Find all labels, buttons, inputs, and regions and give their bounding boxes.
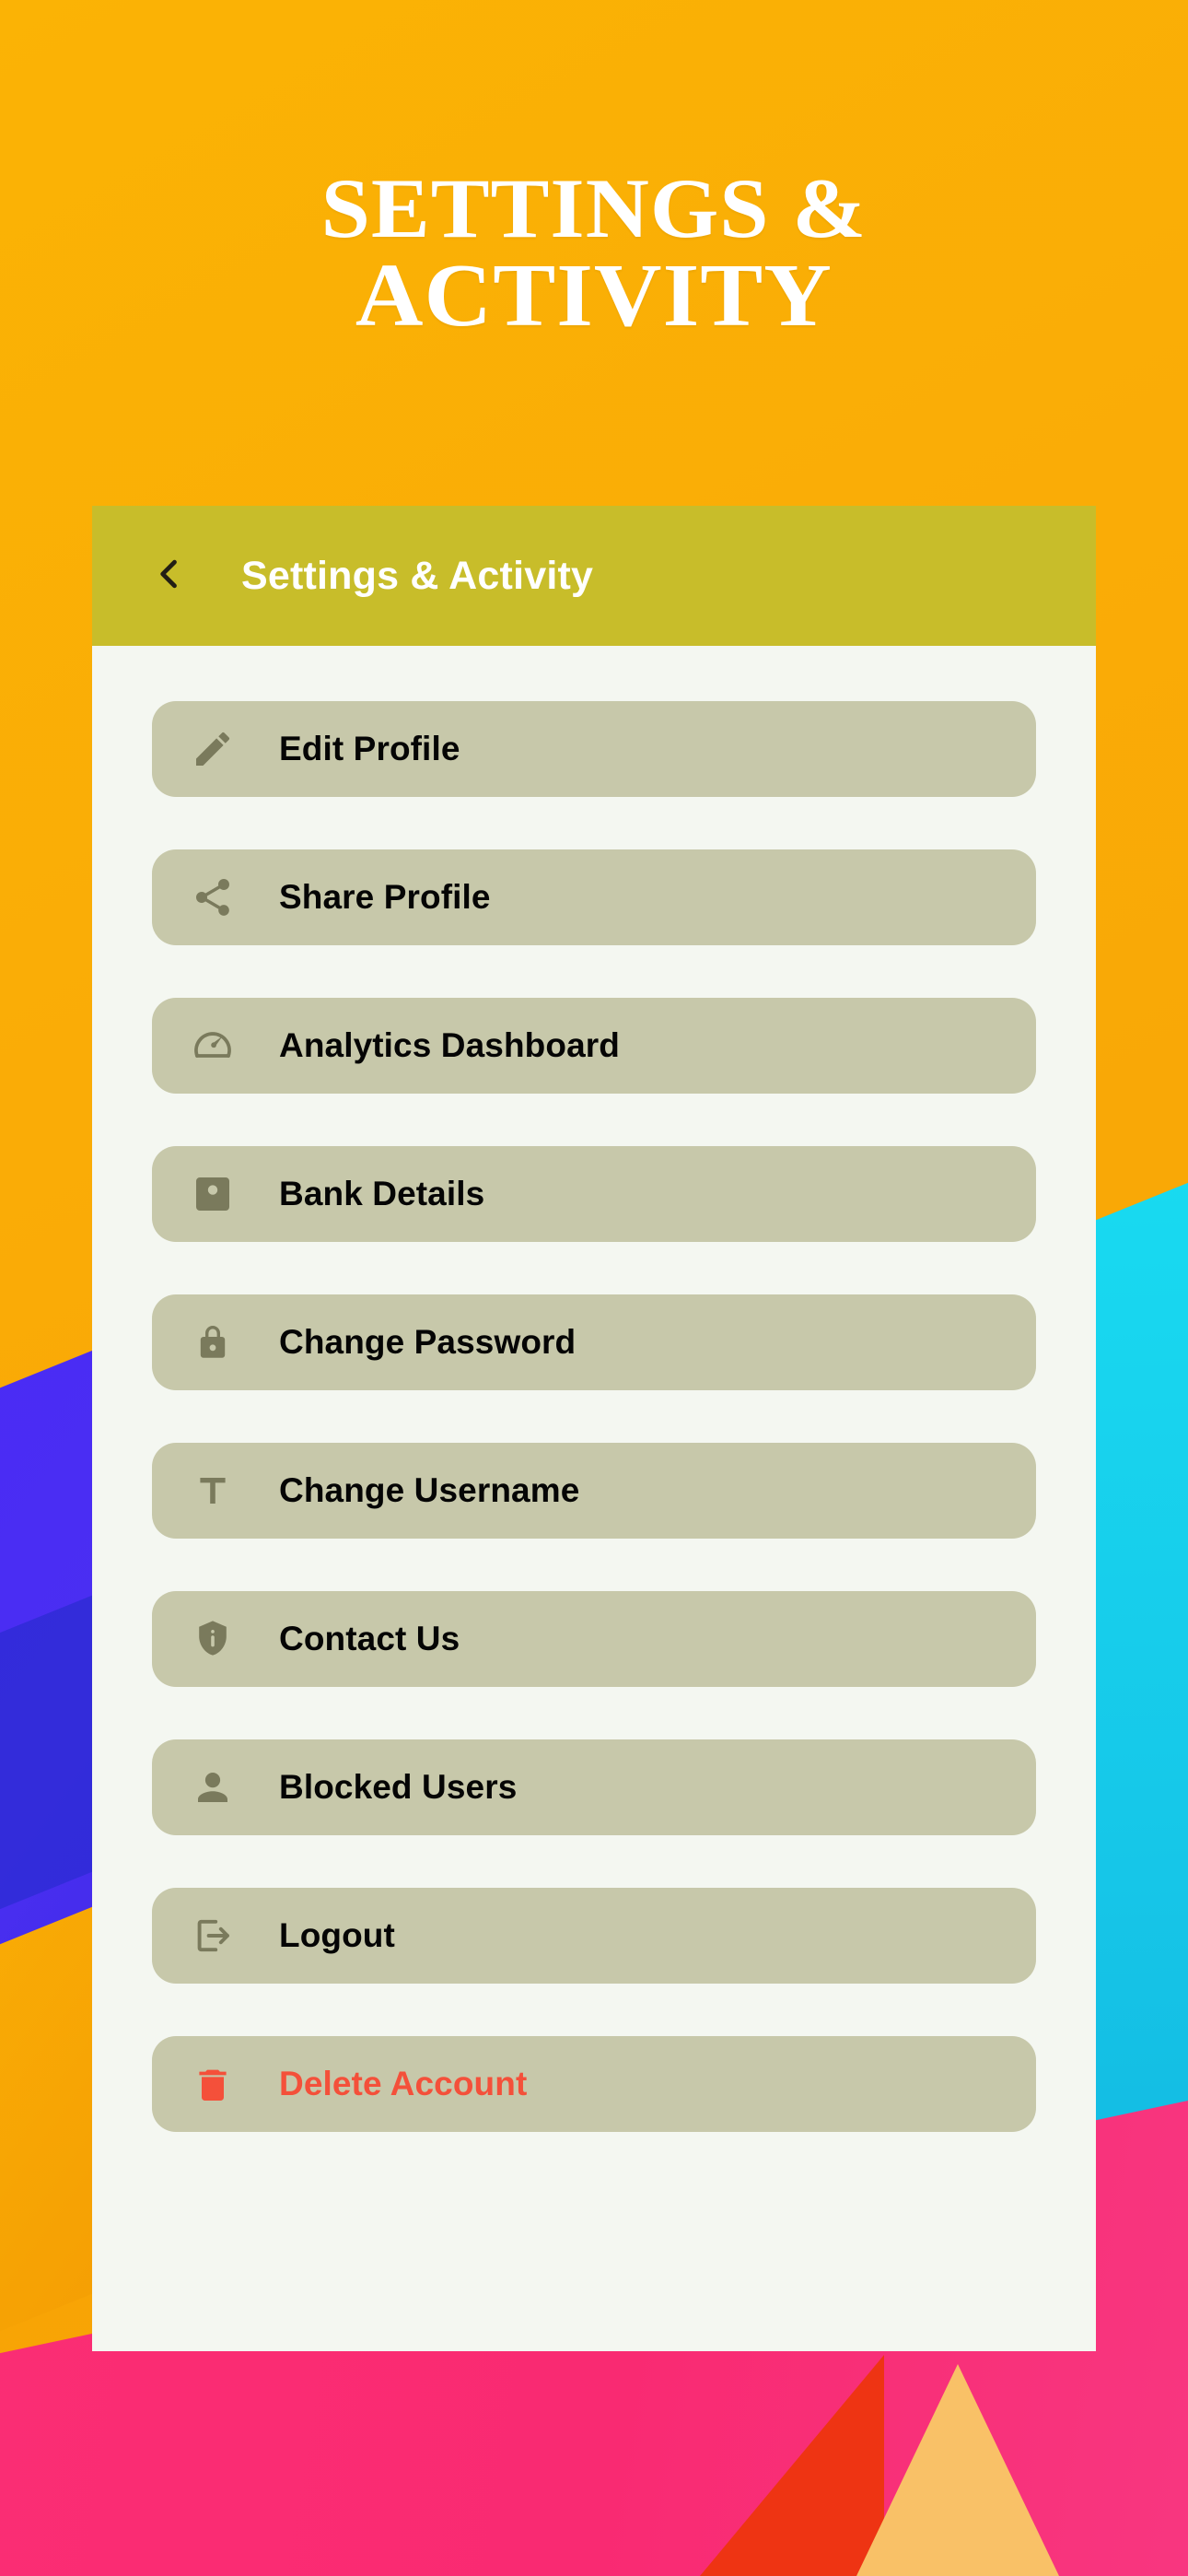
settings-menu-item-label: Analytics Dashboard — [279, 1026, 620, 1064]
settings-menu-item-label: Change Username — [279, 1471, 580, 1509]
settings-menu-item-label: Contact Us — [279, 1620, 460, 1657]
speedometer-icon — [187, 1020, 239, 1071]
settings-menu-item-label: Delete Account — [279, 2065, 528, 2102]
page-title-line-2: ACTIVITY — [355, 245, 833, 345]
settings-menu-list: Edit Profile Share Profile Analytics Dashb… — [92, 646, 1096, 2351]
settings-menu-item-label: Edit Profile — [279, 730, 460, 767]
app-screen-card: Settings & Activity Edit Profile Share Pr… — [92, 506, 1096, 2351]
app-bar: Settings & Activity — [92, 506, 1096, 646]
settings-menu-item-label: Blocked Users — [279, 1768, 518, 1806]
share-icon — [187, 872, 239, 923]
shield-info-icon — [187, 1613, 239, 1665]
background-triangle-yellow — [856, 2364, 1059, 2576]
trash-icon — [187, 2058, 239, 2110]
page-title: SETTINGS & ACTIVITY — [321, 166, 868, 341]
back-button[interactable] — [136, 543, 203, 609]
text-format-icon — [187, 1465, 239, 1516]
lock-icon — [187, 1317, 239, 1368]
settings-menu-item-label: Change Password — [279, 1323, 577, 1361]
settings-menu-item-label: Share Profile — [279, 878, 491, 916]
page-title-line-1: SETTINGS & — [320, 160, 868, 255]
logout-icon — [187, 1910, 239, 1961]
settings-menu-item[interactable]: Delete Account — [152, 2036, 1036, 2132]
settings-menu-item-label: Bank Details — [279, 1175, 485, 1212]
person-icon — [187, 1762, 239, 1813]
settings-menu-item[interactable]: Change Username — [152, 1443, 1036, 1539]
settings-menu-item[interactable]: Logout — [152, 1888, 1036, 1984]
account-box-icon — [187, 1168, 239, 1220]
settings-menu-item[interactable]: Contact Us — [152, 1591, 1036, 1687]
settings-menu-item[interactable]: Bank Details — [152, 1146, 1036, 1242]
settings-menu-item[interactable]: Share Profile — [152, 849, 1036, 945]
settings-menu-item-label: Logout — [279, 1916, 395, 1954]
chevron-left-icon — [149, 554, 190, 599]
pencil-icon — [187, 723, 239, 775]
settings-menu-item[interactable]: Edit Profile — [152, 701, 1036, 797]
hero-banner: SETTINGS & ACTIVITY — [0, 0, 1188, 506]
settings-menu-item[interactable]: Blocked Users — [152, 1739, 1036, 1835]
settings-menu-item[interactable]: Change Password — [152, 1294, 1036, 1390]
settings-menu-item[interactable]: Analytics Dashboard — [152, 998, 1036, 1094]
app-bar-title: Settings & Activity — [241, 553, 594, 598]
